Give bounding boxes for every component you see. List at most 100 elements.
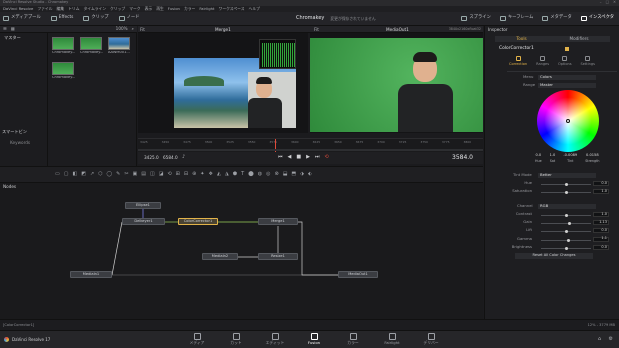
menu-item-11[interactable]: Fairlight — [199, 7, 214, 11]
node-colorcorrector1[interactable]: ColorCorrector1 — [178, 218, 218, 225]
menu-item-6[interactable]: マーク — [129, 7, 140, 11]
slider-knob[interactable] — [564, 183, 568, 186]
mediapool-zoom[interactable]: 100% — [116, 26, 128, 31]
wheel-value-strength[interactable]: 0.0158 Strength — [585, 153, 599, 163]
step-back-icon[interactable]: ◀ — [288, 155, 292, 160]
clip-thumbnail[interactable]: Chromakey... — [80, 37, 104, 56]
nodes-button[interactable]: ノード — [118, 16, 139, 21]
loop-icon[interactable]: ⟲ — [324, 155, 328, 160]
node-mediaout1[interactable]: MediaOut1 — [338, 271, 378, 278]
fusion-tool-icon[interactable]: ▭ — [55, 172, 60, 177]
range-end[interactable]: 6584.0 — [163, 155, 178, 160]
menu-item-7[interactable]: 表示 — [145, 7, 153, 11]
node-resize1[interactable]: Resize1 — [258, 253, 298, 260]
slider-knob[interactable] — [564, 246, 568, 250]
effects-button[interactable]: Effects — [50, 16, 73, 21]
smart-bin-keywords[interactable]: Keywords — [10, 140, 30, 145]
inspector-node-name[interactable]: ColorCorrector1 — [499, 46, 534, 51]
slider-value[interactable]: 1.0 — [593, 189, 609, 195]
slider-value[interactable]: 1.0 — [593, 212, 609, 217]
fusion-tool-icon[interactable]: ▣ — [133, 172, 138, 177]
fusion-tool-icon[interactable]: ⊗ — [274, 172, 278, 177]
tint-mode-select[interactable]: Better — [538, 173, 596, 178]
viewer-left[interactable] — [138, 33, 308, 133]
slider-value[interactable]: 0.0 — [593, 181, 609, 186]
node-color-swatch[interactable] — [565, 47, 569, 51]
list-view-icon[interactable]: ☰ — [3, 26, 7, 31]
node-delkeyer1[interactable]: Delkeyer1 — [122, 218, 165, 225]
node-mediain1[interactable]: MediaIn1 — [70, 271, 112, 278]
menu-item-9[interactable]: Fusion — [168, 7, 180, 11]
fusion-tool-icon[interactable]: ◭ — [217, 172, 221, 177]
subtab-settings[interactable]: Settings — [581, 56, 595, 67]
minimize-button[interactable]: – — [600, 1, 602, 5]
fusion-tool-icon[interactable]: ◮ — [225, 172, 229, 177]
menu-item-10[interactable]: カラー — [184, 7, 195, 11]
close-button[interactable]: ✕ — [613, 1, 616, 5]
slider-value[interactable]: 1.13 — [593, 220, 609, 226]
slider-value[interactable]: 0.0 — [593, 228, 609, 234]
wheel-value-tint[interactable]: -0.0089 Tint — [563, 153, 577, 163]
menu-item-2[interactable]: 編集 — [57, 7, 65, 11]
channel-select[interactable]: RGB — [538, 204, 596, 209]
go-to-end-icon[interactable]: ⏭ — [315, 155, 320, 160]
node-editor[interactable]: Nodes Ellipse1 Delkeyer1 ColorCorrector1… — [0, 183, 483, 319]
menu-select[interactable]: Colors — [538, 75, 596, 80]
fusion-tool-icon[interactable]: ◩ — [81, 172, 86, 177]
fusion-tool-icon[interactable]: ✎ — [116, 172, 120, 177]
reset-color-button[interactable]: Reset All Color Changes — [515, 253, 593, 259]
fusion-tool-icon[interactable]: ◪ — [159, 172, 164, 177]
fusion-tool-icon[interactable]: ⬤ — [248, 172, 254, 177]
audio-icon[interactable]: ♪ — [182, 155, 185, 160]
fusion-tool-icon[interactable]: ⬢ — [233, 172, 237, 177]
fusion-tool-icon[interactable]: ⬗ — [300, 172, 304, 177]
fusion-tool-icon[interactable]: ◎ — [266, 172, 270, 177]
clip-thumbnail[interactable]: AAWM001... — [108, 37, 132, 56]
fusion-tool-icon[interactable]: T — [241, 172, 244, 177]
viewer-right[interactable]: 3840x2160xfloat32 — [310, 27, 483, 133]
fusion-tool-icon[interactable]: ⬒ — [291, 172, 296, 177]
grid-view-icon[interactable]: ▦ — [11, 26, 15, 31]
subtab-options[interactable]: Options — [558, 56, 572, 67]
fusion-tool-icon[interactable]: ⊕ — [192, 172, 196, 177]
tab-tools[interactable]: Tools — [516, 36, 526, 41]
viewer-right-zoom[interactable]: Fit — [314, 27, 319, 32]
subtab-correction[interactable]: Correction — [509, 56, 527, 67]
slider-knob[interactable] — [567, 222, 571, 226]
inspector-button[interactable]: インスペクタ — [580, 16, 614, 21]
fusion-tool-icon[interactable]: ⬡ — [98, 172, 102, 177]
viewer-left-zoom[interactable]: Fit — [140, 27, 145, 32]
fusion-tool-icon[interactable]: ⬖ — [308, 172, 312, 177]
slider-track[interactable] — [541, 239, 591, 241]
bin-master[interactable]: マスター — [4, 35, 21, 40]
fusion-tool-icon[interactable]: ❖ — [208, 172, 212, 177]
range-select[interactable]: Master — [538, 83, 596, 88]
menu-item-0[interactable]: DaVinci Resolve — [3, 7, 33, 11]
fusion-tool-icon[interactable]: ▢ — [64, 172, 69, 177]
slider-knob[interactable] — [564, 191, 568, 195]
node-merge1[interactable]: Merge1 — [258, 218, 298, 225]
slider-value[interactable]: 0.0 — [593, 244, 609, 250]
node-mediain2[interactable]: MediaIn2 — [202, 253, 238, 260]
mediapool-search-icon[interactable]: ⌕ — [132, 26, 134, 31]
settings-gear-icon[interactable]: ⚙ — [609, 337, 613, 342]
wheel-value-sat[interactable]: 1.0 Sat — [550, 153, 556, 163]
menu-item-3[interactable]: トリム — [68, 7, 79, 11]
menu-item-5[interactable]: クリップ — [110, 7, 125, 11]
play-icon[interactable]: ▶ — [306, 155, 310, 160]
fusion-tool-icon[interactable]: ⊟ — [184, 172, 188, 177]
fusion-tool-icon[interactable]: ✂ — [124, 172, 128, 177]
slider-knob[interactable] — [564, 214, 568, 217]
keyframes-button[interactable]: キーフレーム — [499, 16, 533, 21]
menu-item-4[interactable]: タイムライン — [84, 7, 107, 11]
page-カラー[interactable]: カラー — [334, 333, 372, 345]
go-to-start-icon[interactable]: ⏮ — [278, 155, 283, 160]
menu-item-13[interactable]: ヘルプ — [249, 7, 260, 11]
fusion-tool-icon[interactable]: ◫ — [150, 172, 155, 177]
stop-icon[interactable]: ■ — [296, 155, 301, 160]
range-start[interactable]: 3425.0 — [144, 155, 159, 160]
spline-button[interactable]: スプライン — [461, 16, 491, 21]
fusion-tool-icon[interactable]: ✦ — [200, 172, 204, 177]
tab-modifiers[interactable]: Modifiers — [569, 36, 588, 41]
home-icon[interactable]: ⌂ — [598, 337, 601, 342]
